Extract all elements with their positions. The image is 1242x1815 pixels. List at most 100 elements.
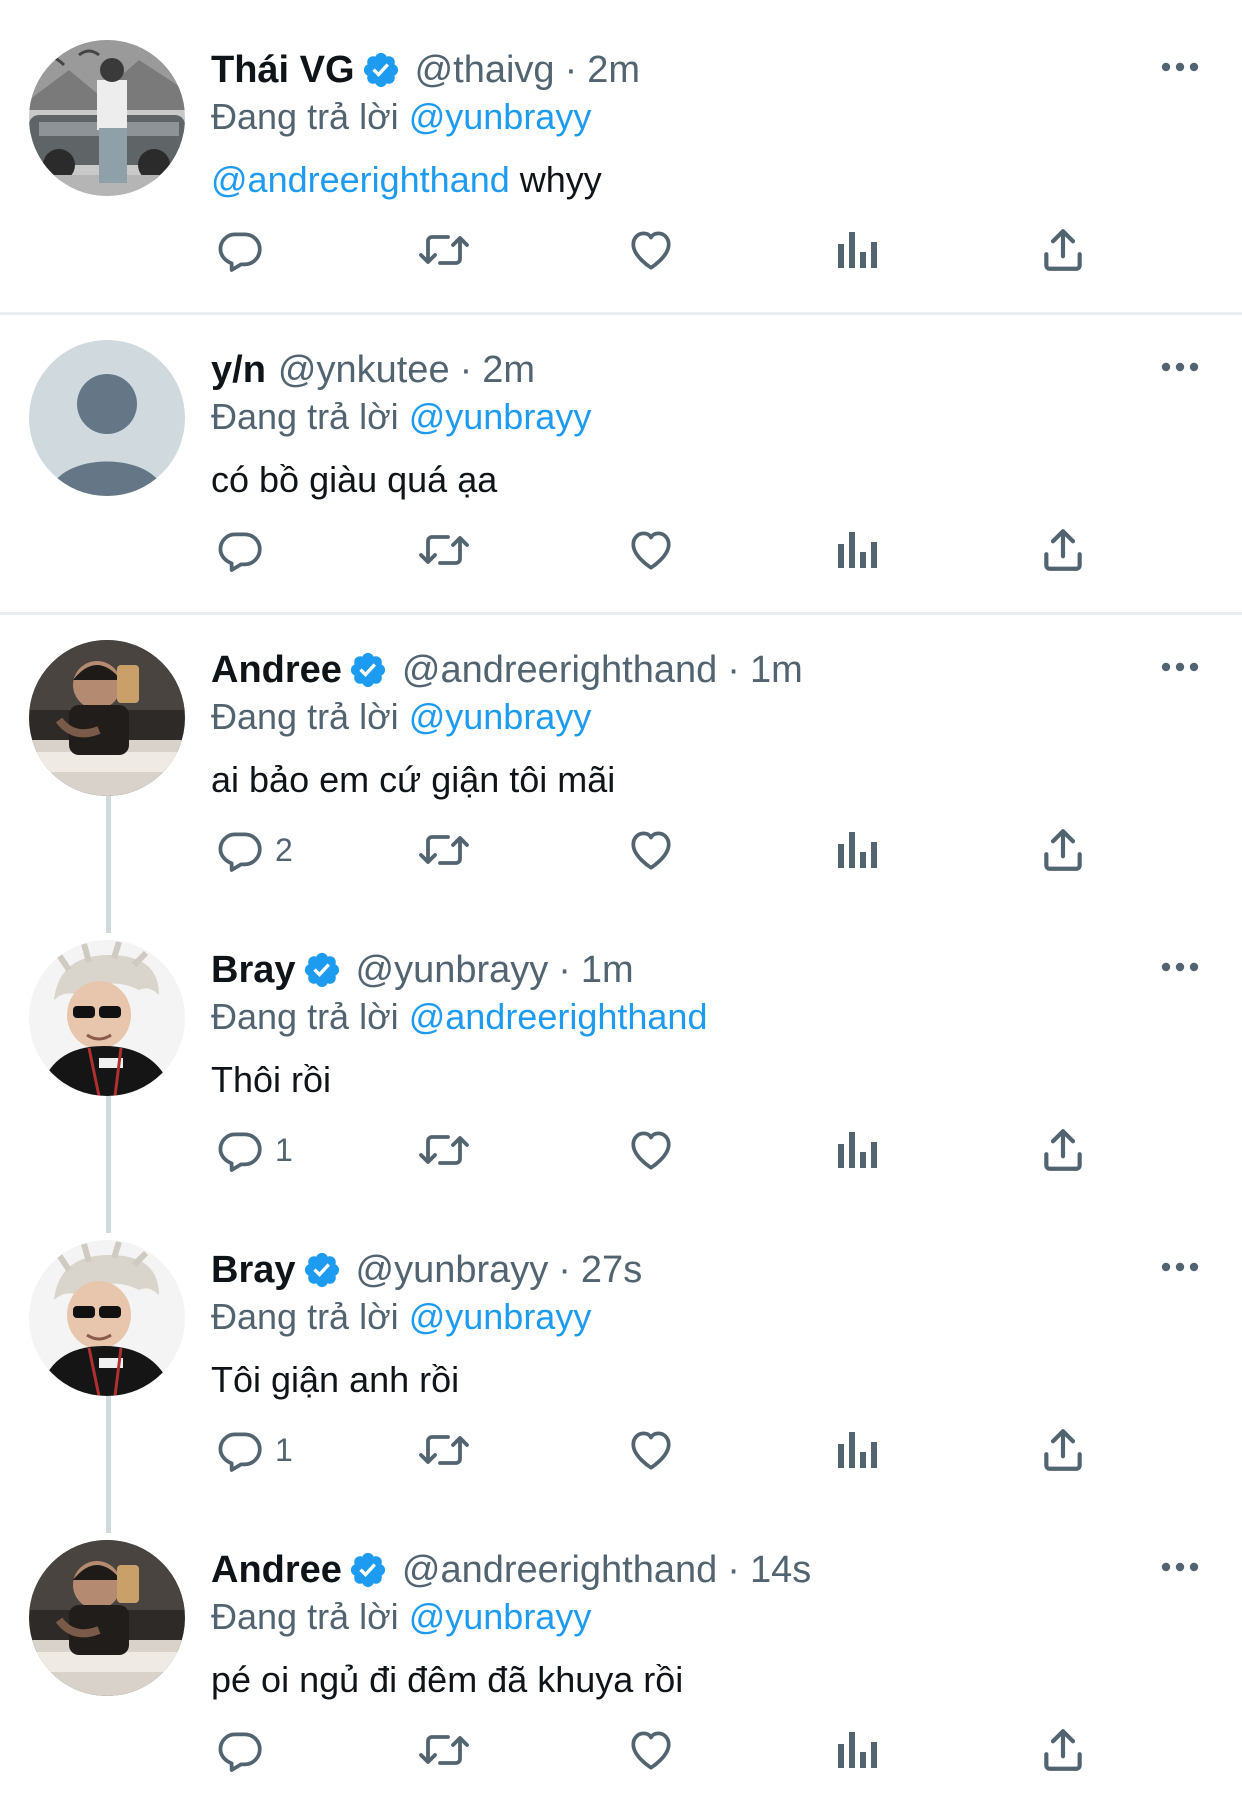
tweet-mention[interactable]: @andreerighthand bbox=[211, 159, 510, 200]
share-button[interactable] bbox=[1040, 820, 1086, 880]
tweet-body: pé oi ngủ đi đêm đã khuya rồi bbox=[211, 1659, 684, 1700]
reply-button[interactable]: 1 bbox=[215, 1120, 293, 1180]
views-button[interactable] bbox=[834, 1120, 878, 1180]
like-button[interactable] bbox=[626, 220, 676, 280]
speech-bubble-icon bbox=[215, 1425, 265, 1475]
like-button[interactable] bbox=[626, 1720, 676, 1780]
views-button[interactable] bbox=[834, 820, 878, 880]
retweet-arrows-icon bbox=[416, 525, 472, 575]
verified-badge-icon bbox=[302, 950, 342, 990]
reply-button[interactable]: 1 bbox=[215, 1420, 293, 1480]
tweet[interactable]: Andree @andreerighthand · 14s Đang trả lời… bbox=[0, 1500, 1242, 1800]
share-button[interactable] bbox=[1040, 1120, 1086, 1180]
tweet[interactable]: Bray @yunbrayy · 1m Đang trả lời @andreeri… bbox=[0, 900, 1242, 1200]
display-name[interactable]: Andree bbox=[211, 642, 342, 698]
replying-to: Đang trả lời @yunbrayy bbox=[211, 1292, 591, 1342]
timestamp[interactable]: 14s bbox=[750, 1542, 811, 1598]
replying-to: Đang trả lời @yunbrayy bbox=[211, 392, 591, 442]
like-button[interactable] bbox=[626, 1120, 676, 1180]
retweet-button[interactable] bbox=[416, 520, 472, 580]
more-options-icon[interactable] bbox=[1160, 952, 1200, 982]
reply-button[interactable] bbox=[215, 220, 265, 280]
reply-button[interactable] bbox=[215, 1720, 265, 1780]
replying-to-mention[interactable]: @yunbrayy bbox=[409, 696, 592, 737]
separator-dot: · bbox=[727, 1549, 740, 1591]
like-button[interactable] bbox=[626, 520, 676, 580]
tweet[interactable]: Thái VG @thaivg · 2m Đang trả lời @yunbray… bbox=[0, 0, 1242, 300]
retweet-button[interactable] bbox=[416, 1720, 472, 1780]
more-options-icon[interactable] bbox=[1160, 1552, 1200, 1582]
display-name[interactable]: Andree bbox=[211, 1542, 342, 1598]
replying-to-mention[interactable]: @yunbrayy bbox=[409, 396, 592, 437]
verified-badge-icon bbox=[302, 1250, 342, 1290]
views-button[interactable] bbox=[834, 220, 878, 280]
action-bar bbox=[0, 220, 1242, 280]
avatar[interactable] bbox=[29, 640, 185, 796]
retweet-button[interactable] bbox=[416, 1120, 472, 1180]
tweet-header: Andree @andreerighthand · 14s bbox=[211, 1542, 811, 1598]
speech-bubble-icon bbox=[215, 1125, 265, 1175]
heart-outline-icon bbox=[626, 225, 676, 275]
share-button[interactable] bbox=[1040, 1720, 1086, 1780]
replying-to: Đang trả lời @andreerighthand bbox=[211, 992, 707, 1042]
user-handle[interactable]: @yunbrayy bbox=[356, 1242, 549, 1298]
user-handle[interactable]: @yunbrayy bbox=[356, 942, 549, 998]
replying-to-mention[interactable]: @yunbrayy bbox=[409, 1596, 592, 1637]
share-button[interactable] bbox=[1040, 520, 1086, 580]
tweet-text: @andreerighthand whyy bbox=[211, 153, 602, 207]
user-handle[interactable]: @andreerighthand bbox=[402, 642, 717, 698]
separator-dot: · bbox=[558, 949, 571, 991]
heart-outline-icon bbox=[626, 825, 676, 875]
tweet-body: có bồ giàu quá ạa bbox=[211, 459, 498, 500]
reply-count: 2 bbox=[275, 831, 293, 868]
replying-to-mention[interactable]: @yunbrayy bbox=[409, 96, 592, 137]
timestamp[interactable]: 2m bbox=[482, 342, 535, 398]
speech-bubble-icon bbox=[215, 525, 265, 575]
timestamp[interactable]: 27s bbox=[581, 1242, 642, 1298]
replying-to-mention[interactable]: @yunbrayy bbox=[409, 1296, 592, 1337]
retweet-arrows-icon bbox=[416, 1725, 472, 1775]
tweet-text: có bồ giàu quá ạa bbox=[211, 453, 497, 507]
more-options-icon[interactable] bbox=[1160, 352, 1200, 382]
share-button[interactable] bbox=[1040, 1420, 1086, 1480]
avatar[interactable] bbox=[29, 40, 185, 196]
upload-arrow-icon bbox=[1040, 1725, 1086, 1775]
display-name[interactable]: Bray bbox=[211, 942, 296, 998]
retweet-button[interactable] bbox=[416, 820, 472, 880]
reply-button[interactable]: 2 bbox=[215, 820, 293, 880]
bar-chart-icon bbox=[834, 525, 878, 575]
timestamp[interactable]: 1m bbox=[750, 642, 803, 698]
reply-button[interactable] bbox=[215, 520, 265, 580]
user-handle[interactable]: @ynkutee bbox=[278, 342, 450, 398]
display-name[interactable]: Bray bbox=[211, 1242, 296, 1298]
views-button[interactable] bbox=[834, 1720, 878, 1780]
more-options-icon[interactable] bbox=[1160, 52, 1200, 82]
views-button[interactable] bbox=[834, 1420, 878, 1480]
display-name[interactable]: Thái VG bbox=[211, 42, 355, 98]
more-options-icon[interactable] bbox=[1160, 652, 1200, 682]
views-button[interactable] bbox=[834, 520, 878, 580]
timestamp[interactable]: 2m bbox=[587, 42, 640, 98]
share-button[interactable] bbox=[1040, 220, 1086, 280]
like-button[interactable] bbox=[626, 1420, 676, 1480]
more-options-icon[interactable] bbox=[1160, 1252, 1200, 1282]
avatar[interactable] bbox=[29, 1240, 185, 1396]
avatar[interactable] bbox=[29, 340, 185, 496]
tweet[interactable]: y/n @ynkutee · 2m Đang trả lời @yunbrayy có … bbox=[0, 300, 1242, 600]
avatar[interactable] bbox=[29, 940, 185, 1096]
verified-badge-icon bbox=[348, 650, 388, 690]
like-button[interactable] bbox=[626, 820, 676, 880]
timestamp[interactable]: 1m bbox=[581, 942, 634, 998]
tweet[interactable]: Andree @andreerighthand · 1m Đang trả lời … bbox=[0, 600, 1242, 900]
avatar[interactable] bbox=[29, 1540, 185, 1696]
retweet-button[interactable] bbox=[416, 1420, 472, 1480]
tweet-body: Thôi rồi bbox=[211, 1059, 332, 1100]
bar-chart-icon bbox=[834, 1425, 878, 1475]
user-handle[interactable]: @andreerighthand bbox=[402, 1542, 717, 1598]
replying-to-label: Đang trả lời bbox=[211, 996, 399, 1037]
tweet[interactable]: Bray @yunbrayy · 27s Đang trả lời @yunbray… bbox=[0, 1200, 1242, 1500]
display-name[interactable]: y/n bbox=[211, 342, 266, 398]
user-handle[interactable]: @thaivg bbox=[415, 42, 555, 98]
retweet-button[interactable] bbox=[416, 220, 472, 280]
replying-to-mention[interactable]: @andreerighthand bbox=[409, 996, 708, 1037]
